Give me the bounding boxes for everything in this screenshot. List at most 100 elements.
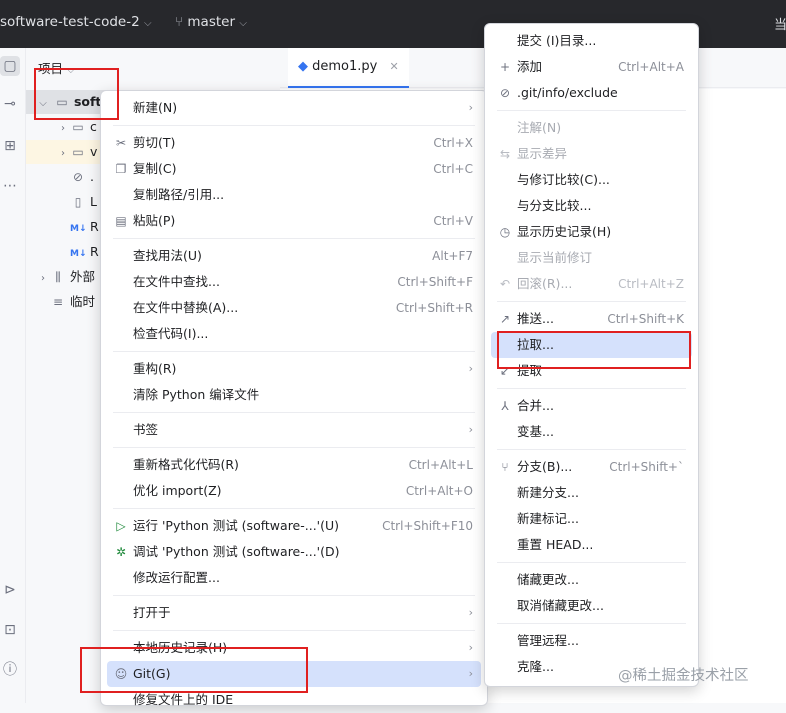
context-menu-item-3[interactable]: 复制路径/引用... — [107, 182, 481, 208]
structure-icon[interactable]: ⊞ — [0, 136, 20, 156]
git-menu-item-14[interactable]: 变基... — [491, 419, 692, 445]
annotation-box-pull — [497, 331, 691, 369]
tree-external-libraries[interactable]: › ⫼ 外部 — [26, 265, 95, 289]
context-menu-item-11[interactable]: 书签 › — [107, 417, 481, 443]
tree-item[interactable]: M↓ R — [26, 215, 99, 239]
context-menu-item-10[interactable]: 清除 Python 编译文件 — [107, 382, 481, 408]
git-menu-item-label: 分支(B)... — [517, 459, 573, 474]
context-menu-item-17[interactable]: 打开于 › — [107, 600, 481, 626]
git-menu-item-label: 变基... — [517, 424, 554, 439]
context-menu-item-label: 复制(C) — [133, 161, 177, 176]
titlebar-right-item[interactable]: 当 — [774, 14, 786, 33]
rollback-icon: ↶ — [499, 277, 511, 291]
ignore-icon: ⊘ — [499, 86, 511, 100]
git-menu-item-label: 提交 (I)目录... — [517, 33, 597, 48]
watermark: @稀土掘金技术社区 — [618, 668, 749, 684]
git-menu-item-13[interactable]: ⅄ 合并... — [491, 393, 692, 419]
chevron-right-icon: › — [61, 148, 65, 159]
menu-shortcut: Ctrl+X — [433, 136, 473, 150]
git-menu-item-5[interactable]: 与修订比较(C)... — [491, 167, 692, 193]
context-menu-item-label: 清除 Python 编译文件 — [133, 387, 260, 402]
git-menu-item-19[interactable]: 储藏更改... — [491, 567, 692, 593]
annotation-box-git — [80, 647, 308, 693]
menu-separator — [113, 412, 475, 413]
git-menu-item-7[interactable]: ◷ 显示历史记录(H) — [491, 219, 692, 245]
folder-icon[interactable]: ▢ — [0, 56, 20, 76]
more-icon[interactable]: ⋯ — [0, 176, 20, 196]
context-menu-item-1[interactable]: ✂ 剪切(T) Ctrl+X — [107, 130, 481, 156]
git-menu-item-2[interactable]: ⊘ .git/info/exclude — [491, 80, 692, 106]
git-menu-item-15[interactable]: ⑂ 分支(B)... Ctrl+Shift+` — [491, 454, 692, 480]
git-menu-item-label: 与修订比较(C)... — [517, 172, 610, 187]
context-menu-item-label: 剪切(T) — [133, 135, 176, 150]
menu-separator — [497, 110, 686, 111]
context-menu-item-8[interactable]: 检查代码(I)... — [107, 321, 481, 347]
git-menu-item-1[interactable]: + 添加 Ctrl+Alt+A — [491, 54, 692, 80]
context-menu-item-7[interactable]: 在文件中替换(A)... Ctrl+Shift+R — [107, 295, 481, 321]
chevron-right-icon: › — [468, 606, 473, 619]
git-menu-item-label: .git/info/exclude — [517, 85, 618, 100]
context-menu-item-15[interactable]: ✲ 调试 'Python 测试 (software-...'(D) — [107, 539, 481, 565]
paste-icon: ▤ — [115, 214, 127, 228]
tree-item[interactable]: ⊘ . — [26, 165, 94, 189]
history-icon: ◷ — [499, 225, 511, 239]
context-menu-item-label: 书签 — [133, 422, 159, 437]
tree-item[interactable]: M↓ R — [26, 240, 99, 264]
git-menu-item-18[interactable]: 重置 HEAD... — [491, 532, 692, 558]
context-menu-item-label: 复制路径/引用... — [133, 187, 225, 202]
tree-scratches[interactable]: ≡ 临时 — [26, 290, 95, 314]
tree-item[interactable]: ▯ L — [26, 190, 97, 214]
context-menu: 新建(N) › ✂ 剪切(T) Ctrl+X ❐ 复制(C) Ctrl+C 复制路径/引用...… — [100, 90, 488, 707]
menu-separator — [497, 562, 686, 563]
context-menu-item-label: 查找用法(U) — [133, 248, 202, 263]
commit-icon[interactable]: ⊸ — [0, 94, 20, 114]
menu-separator — [113, 508, 475, 509]
git-menu-item-17[interactable]: 新建标记... — [491, 506, 692, 532]
git-menu-item-20[interactable]: 取消储藏更改... — [491, 593, 692, 619]
debug-icon: ✲ — [115, 545, 127, 559]
close-icon[interactable]: ✕ — [390, 60, 399, 73]
git-menu-item-3: 注解(N) — [491, 115, 692, 141]
git-menu-item-21[interactable]: 管理远程... — [491, 628, 692, 654]
merge-icon: ⅄ — [501, 399, 509, 413]
context-menu-item-label: 在文件中查找... — [133, 274, 220, 289]
context-menu-item-label: 新建(N) — [133, 100, 178, 115]
tab-demo1-py[interactable]: ◆ demo1.py ✕ — [288, 48, 409, 88]
chevron-right-icon: › — [468, 641, 473, 654]
menu-shortcut: Ctrl+C — [433, 162, 473, 176]
context-menu-item-13[interactable]: 优化 import(Z) Ctrl+Alt+O — [107, 478, 481, 504]
context-menu-item-label: 调试 'Python 测试 (software-...'(D) — [133, 544, 340, 559]
context-menu-item-16[interactable]: 修改运行配置... — [107, 565, 481, 591]
menu-separator — [497, 623, 686, 624]
terminal-icon[interactable]: ⊡ — [0, 620, 20, 640]
git-menu-item-10[interactable]: ↗ 推送... Ctrl+Shift+K — [491, 306, 692, 332]
scissors-icon: ✂ — [115, 136, 127, 150]
context-menu-item-2[interactable]: ❐ 复制(C) Ctrl+C — [107, 156, 481, 182]
menu-separator — [497, 301, 686, 302]
branch-icon: ⑂ — [501, 460, 509, 474]
menu-shortcut: Ctrl+Shift+` — [609, 460, 684, 474]
diff-icon: ⇆ — [499, 147, 511, 161]
context-menu-item-14[interactable]: ▷ 运行 'Python 测试 (software-...'(U) Ctrl+Shi… — [107, 513, 481, 539]
git-menu-item-16[interactable]: 新建分支... — [491, 480, 692, 506]
project-switcher[interactable]: software-test-code-2 ⌵ — [0, 14, 152, 30]
context-menu-item-12[interactable]: 重新格式化代码(R) Ctrl+Alt+L — [107, 452, 481, 478]
context-menu-item-5[interactable]: 查找用法(U) Alt+F7 — [107, 243, 481, 269]
git-menu-item-0[interactable]: 提交 (I)目录... — [491, 28, 692, 54]
menu-shortcut: Ctrl+Alt+A — [618, 60, 684, 74]
git-menu-item-6[interactable]: 与分支比较... — [491, 193, 692, 219]
context-menu-item-9[interactable]: 重构(R) › — [107, 356, 481, 382]
context-menu-item-0[interactable]: 新建(N) › — [107, 95, 481, 121]
git-menu-item-label: 显示历史记录(H) — [517, 224, 612, 239]
git-menu-item-8: 显示当前修订 — [491, 245, 692, 271]
context-menu-item-6[interactable]: 在文件中查找... Ctrl+Shift+F — [107, 269, 481, 295]
branch-icon: ⑂ — [175, 14, 184, 30]
context-menu-item-4[interactable]: ▤ 粘贴(P) Ctrl+V — [107, 208, 481, 234]
problems-icon[interactable]: ⓘ — [0, 660, 20, 680]
branch-switcher[interactable]: ⑂ master ⌵ — [175, 14, 247, 30]
menu-separator — [113, 125, 475, 126]
services-icon[interactable]: ⊳ — [0, 580, 20, 600]
menu-separator — [113, 351, 475, 352]
chevron-right-icon: › — [41, 273, 45, 284]
chevron-right-icon: › — [468, 667, 473, 680]
